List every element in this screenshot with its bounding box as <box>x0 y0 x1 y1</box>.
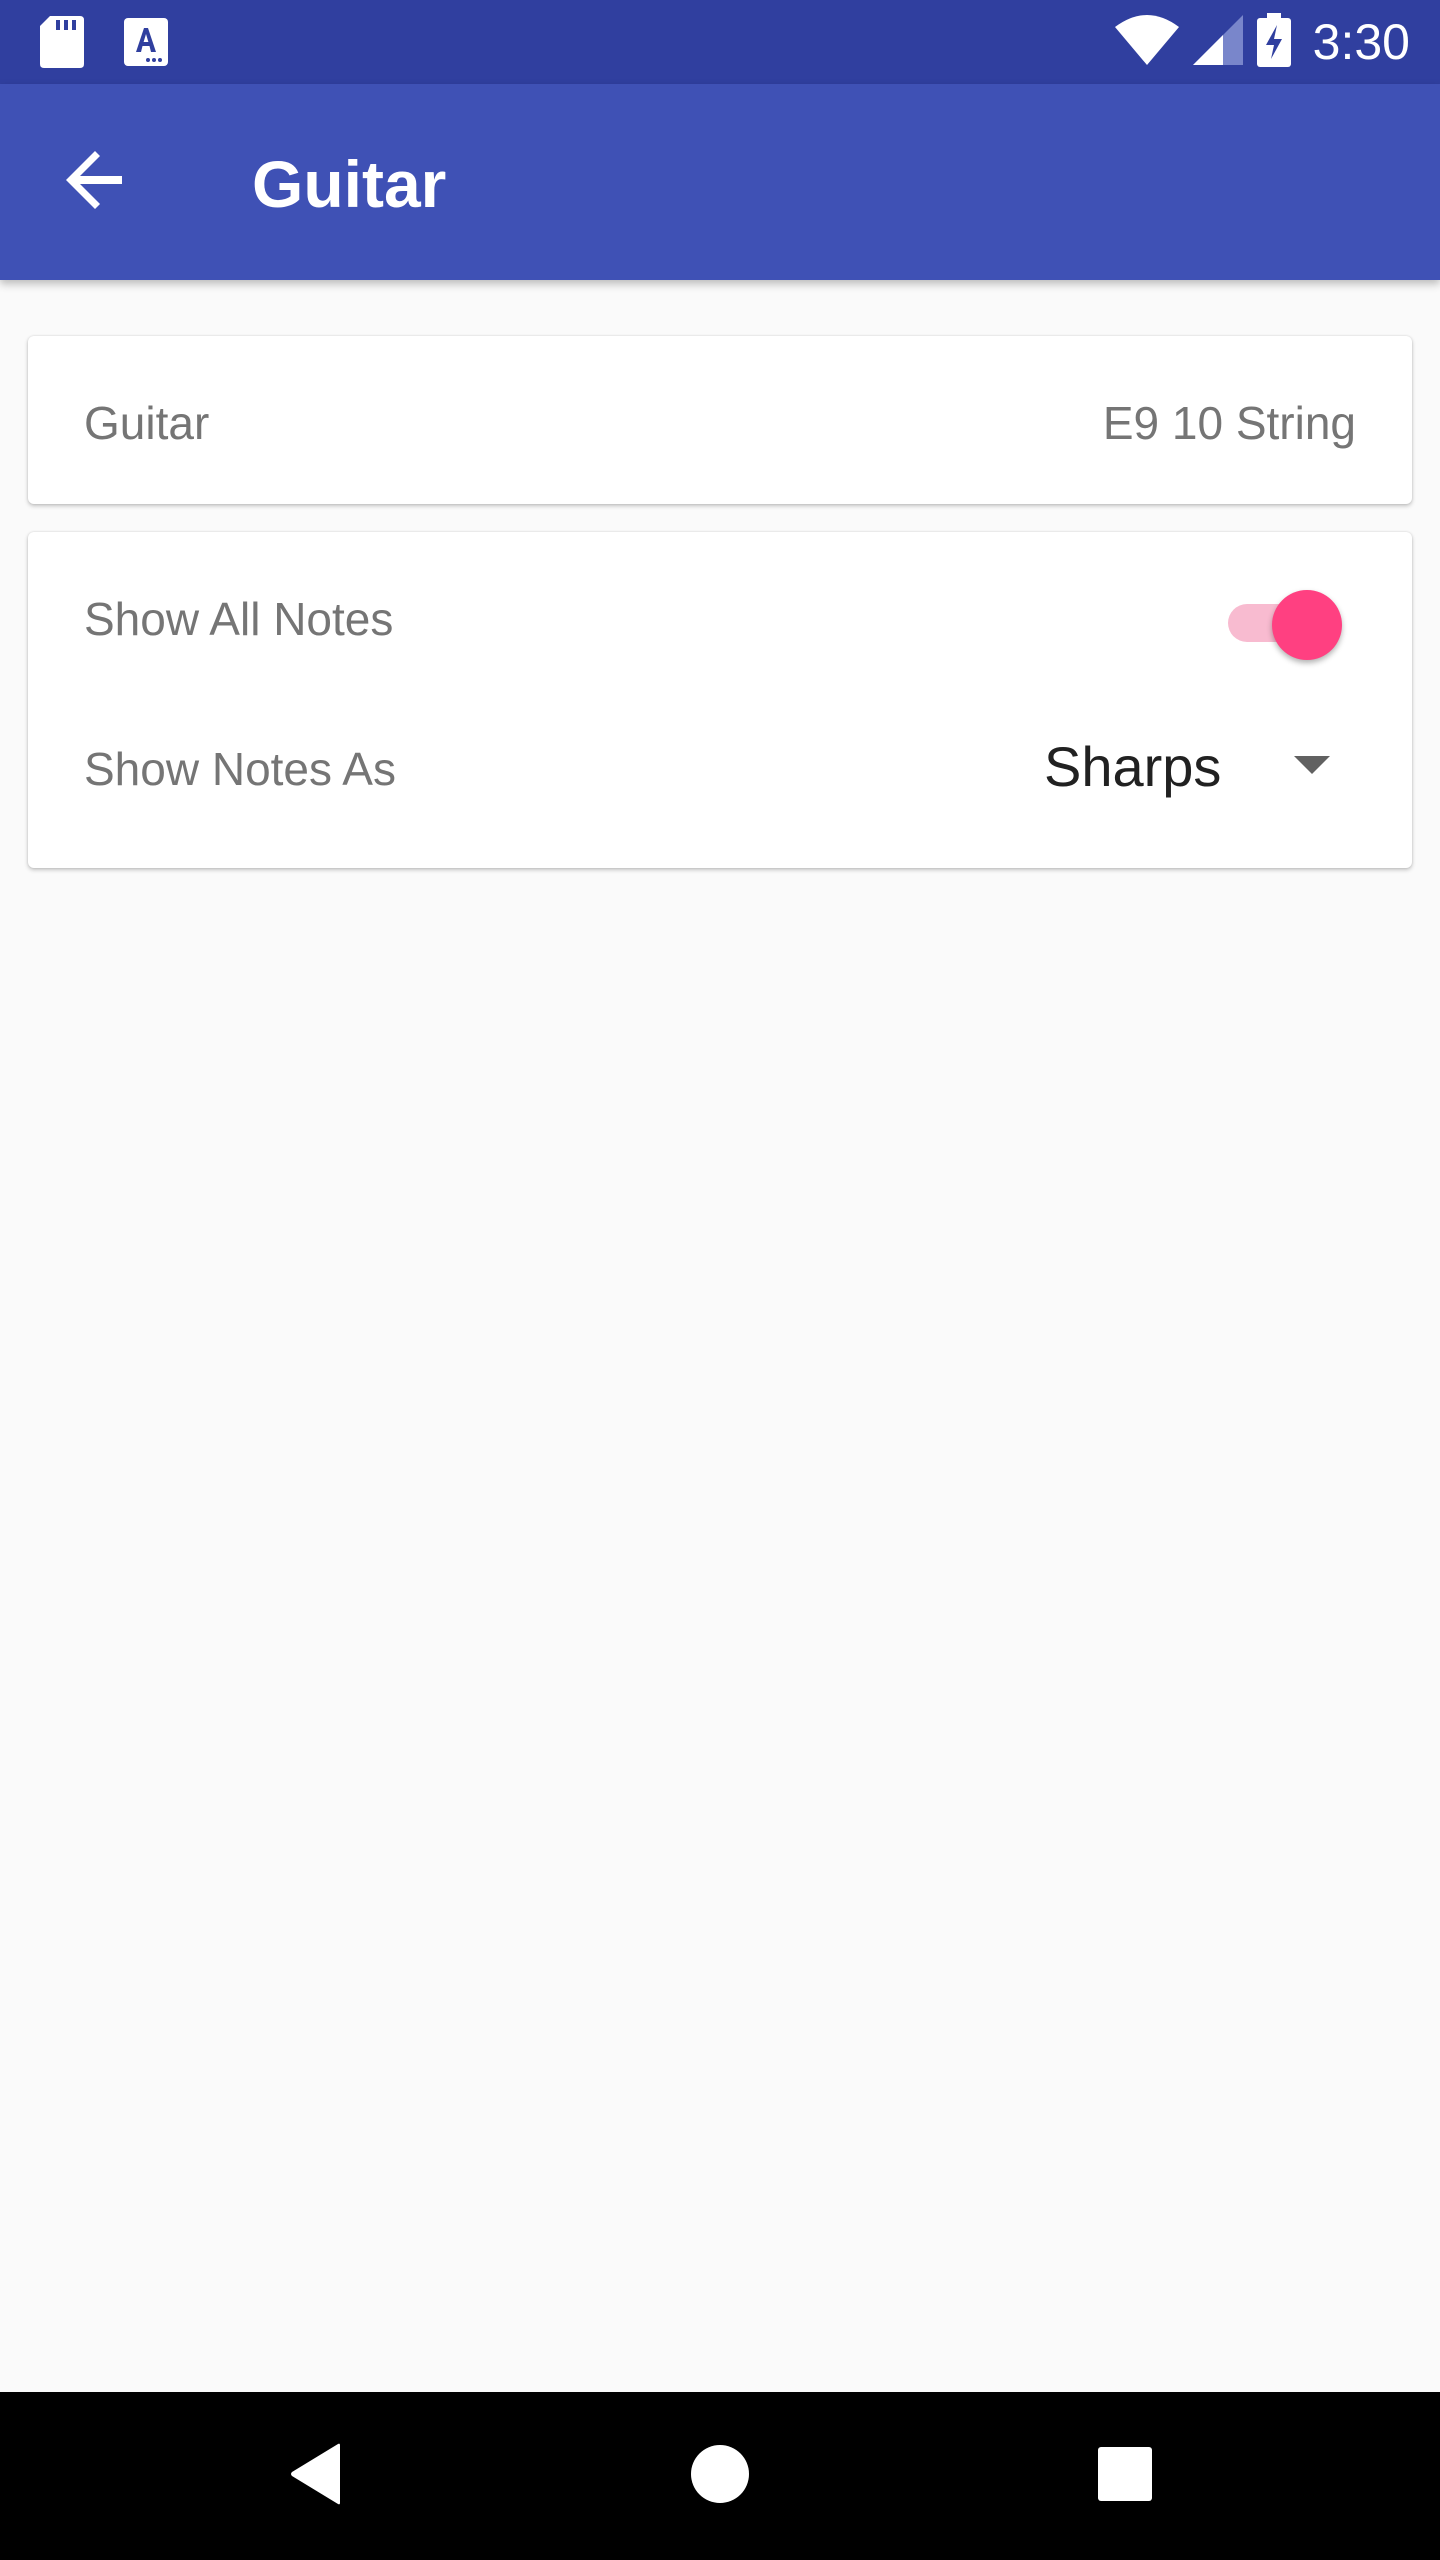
arrow-back-icon <box>64 148 128 217</box>
instrument-label: Guitar <box>84 397 210 449</box>
home-circle-icon <box>690 2444 750 2509</box>
status-right: 3:30 <box>1114 10 1410 74</box>
instrument-card[interactable]: Guitar E9 10 String <box>28 336 1412 504</box>
instrument-value: E9 10 String <box>1102 397 1356 449</box>
page-title: Guitar <box>252 147 447 221</box>
show-notes-as-label: Show Notes As <box>84 743 396 795</box>
show-all-notes-label: Show All Notes <box>84 593 394 645</box>
battery-charging-icon <box>1256 12 1291 72</box>
text-a-icon <box>124 18 168 71</box>
back-button[interactable] <box>48 134 144 230</box>
cell-signal-icon <box>1192 14 1243 70</box>
back-triangle-icon <box>288 2443 344 2510</box>
sd-card-icon <box>40 16 84 73</box>
nav-back-button[interactable] <box>266 2426 366 2526</box>
show-notes-as-dropdown[interactable]: Sharps <box>1008 718 1368 818</box>
status-time: 3:30 <box>1312 14 1410 70</box>
toggle-thumb <box>1272 590 1342 660</box>
status-bar: 3:30 <box>0 0 1440 84</box>
recents-square-icon <box>1098 2446 1152 2506</box>
options-card: Show All Notes Show Notes As Sharps <box>28 532 1412 868</box>
status-left <box>40 16 168 73</box>
wifi-icon <box>1114 14 1179 70</box>
navigation-bar <box>0 2392 1440 2560</box>
app-bar: Guitar <box>0 84 1440 280</box>
dropdown-selected-value: Sharps <box>1044 735 1222 798</box>
chevron-down-icon <box>1294 756 1330 774</box>
nav-recents-button[interactable] <box>1075 2426 1175 2526</box>
show-all-notes-toggle[interactable] <box>1222 584 1342 660</box>
nav-home-button[interactable] <box>670 2426 770 2526</box>
